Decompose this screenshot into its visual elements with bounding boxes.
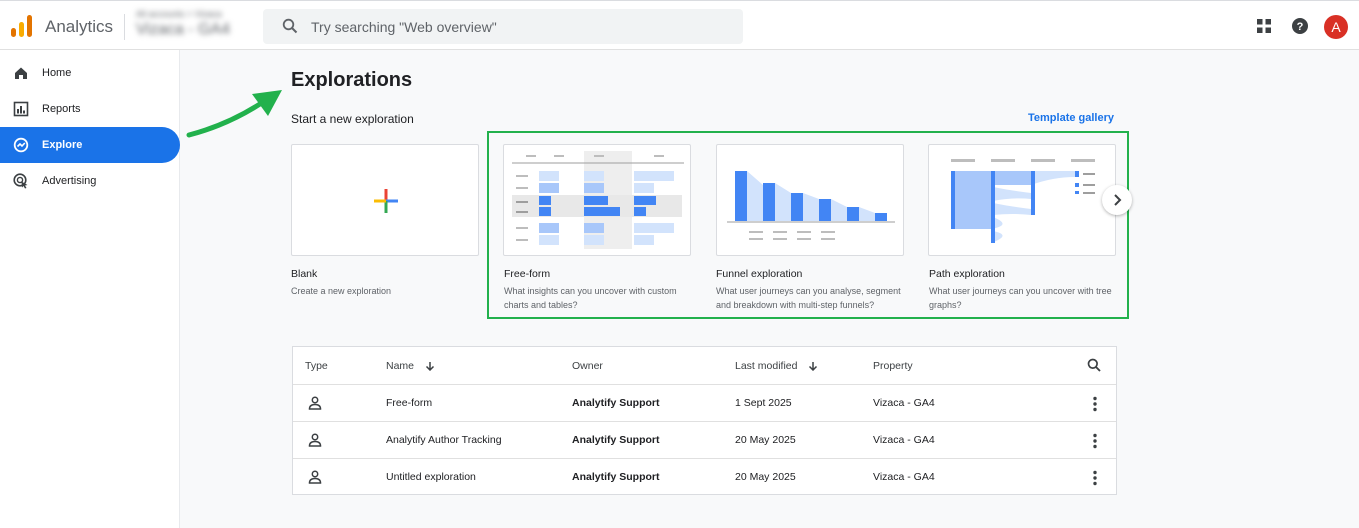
apps-grid-icon[interactable] [1255,17,1273,35]
table-row[interactable]: Untitled exploration Analytify Support 2… [293,458,1116,495]
more-vert-icon[interactable] [1092,396,1098,412]
more-vert-icon[interactable] [1092,470,1098,486]
row-owner: Analytify Support [572,434,660,446]
help-icon[interactable]: ? [1291,17,1309,35]
search-input[interactable] [311,9,731,44]
top-bar: Analytics All accounts > Vizaca Vizaca -… [0,0,1359,50]
sidebar: Home Reports Explore Advertising [0,50,180,528]
sidebar-item-label: Explore [42,139,83,151]
carousel-next-button[interactable] [1102,185,1132,215]
sort-arrow-down-icon [425,362,434,372]
home-icon [15,67,27,79]
sidebar-item-home[interactable]: Home [0,55,180,91]
reports-icon [13,101,29,117]
templates-highlight-box [487,131,1129,319]
column-header-label: Name [386,360,415,372]
template-card-blank[interactable] [291,144,479,256]
row-name[interactable]: Analytify Author Tracking [386,434,502,446]
add-icon [374,189,398,213]
template-gallery-link[interactable]: Template gallery [1028,112,1114,124]
person-icon [308,433,322,447]
explorations-table: Type Name Owner Last modified Property F… [292,346,1117,495]
svg-text:?: ? [1297,21,1304,33]
column-header-label: Last modified [735,360,798,372]
property-name: Vizaca - GA4 [136,21,230,38]
person-icon [308,396,322,410]
explore-icon [13,137,29,153]
row-property: Vizaca - GA4 [873,434,935,446]
person-icon [308,470,322,484]
row-name[interactable]: Free-form [386,397,432,409]
row-property: Vizaca - GA4 [873,397,935,409]
template-desc-blank: Create a new exploration [291,286,392,296]
row-last-modified: 20 May 2025 [735,434,796,446]
app-name: Analytics [45,17,114,36]
column-header-property[interactable]: Property [873,360,913,372]
column-header-last-modified[interactable]: Last modified [735,360,818,372]
header-divider [124,14,125,40]
column-header-type: Type [305,360,328,372]
row-property: Vizaca - GA4 [873,471,935,483]
account-selector[interactable]: All accounts > Vizaca Vizaca - GA4 [136,9,230,39]
chevron-right-icon [1114,194,1122,206]
sidebar-item-explore[interactable]: Explore [0,127,180,163]
row-last-modified: 1 Sept 2025 [735,397,792,409]
analytics-logo-icon[interactable] [11,15,33,37]
sidebar-item-label: Reports [42,103,81,115]
table-row[interactable]: Free-form Analytify Support 1 Sept 2025 … [293,384,1116,421]
more-vert-icon[interactable] [1092,433,1098,449]
search-bar[interactable] [263,9,743,44]
page-title: Explorations [291,69,413,91]
sidebar-item-label: Advertising [42,175,97,187]
section-title: Start a new exploration [291,112,414,126]
sidebar-item-reports[interactable]: Reports [0,91,180,127]
sort-arrow-down-icon [809,362,818,372]
avatar[interactable]: A [1324,15,1348,39]
template-title-blank: Blank [291,268,318,280]
sidebar-item-advertising[interactable]: Advertising [0,163,180,199]
row-owner: Analytify Support [572,397,660,409]
column-header-name[interactable]: Name [386,360,435,372]
search-icon [282,18,298,34]
annotation-arrow-icon [186,90,282,138]
table-search-icon[interactable] [1087,358,1101,372]
row-last-modified: 20 May 2025 [735,471,796,483]
sidebar-item-label: Home [42,67,72,79]
column-header-owner[interactable]: Owner [572,360,603,372]
table-row[interactable]: Analytify Author Tracking Analytify Supp… [293,421,1116,458]
row-owner: Analytify Support [572,471,660,483]
account-breadcrumb: All accounts > Vizaca [136,9,222,19]
advertising-icon [13,173,28,189]
row-name[interactable]: Untitled exploration [386,471,476,483]
